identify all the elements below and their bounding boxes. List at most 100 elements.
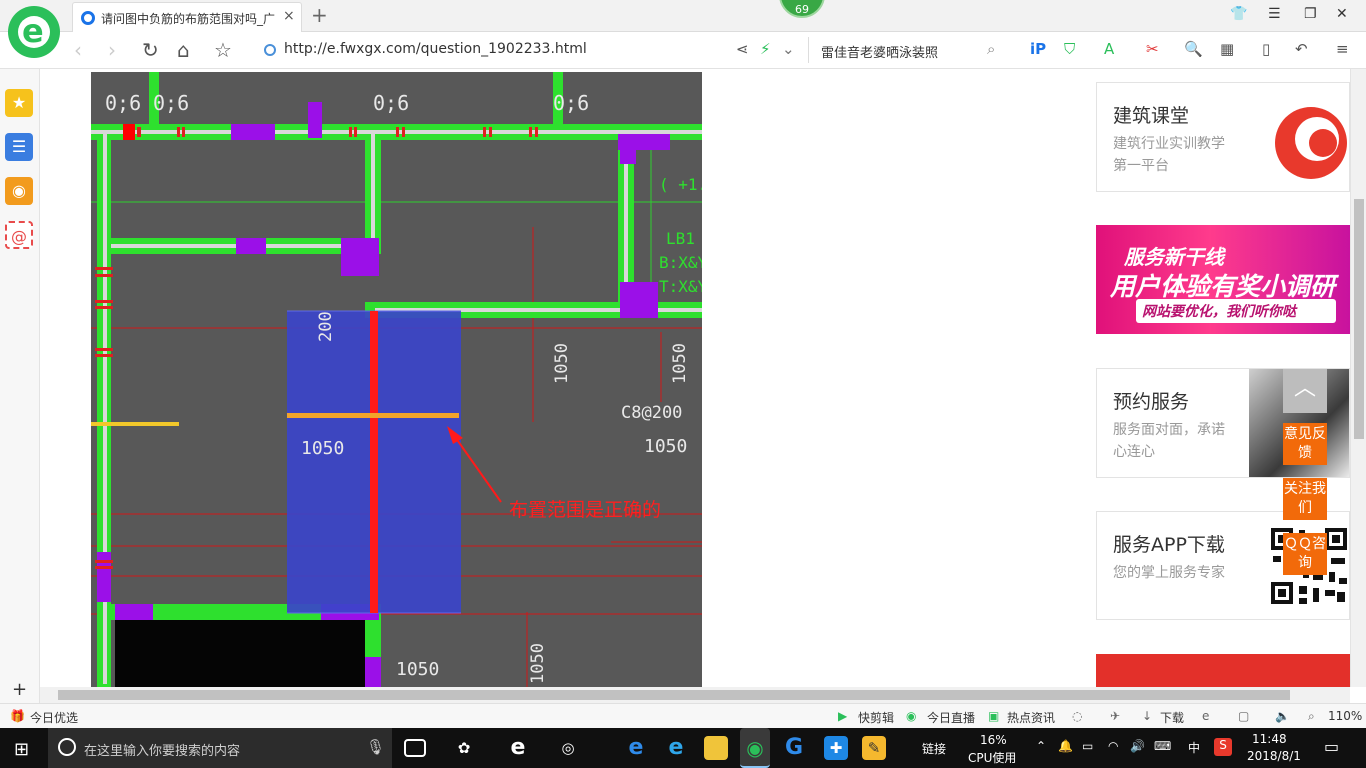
edge-icon[interactable]: e (506, 736, 530, 760)
add-sidebar-icon[interactable]: + (12, 679, 27, 700)
email-icon[interactable]: @ (5, 221, 33, 249)
speed-icon[interactable]: ⚡ (760, 40, 771, 58)
volume-icon[interactable]: 🔈 (1275, 709, 1290, 723)
notes-app-icon[interactable]: ✎ (862, 736, 886, 760)
qq-consult-button[interactable]: ＱＱ咨询 (1283, 533, 1327, 575)
weibo-icon[interactable]: ◉ (5, 177, 33, 205)
cad-label-1050-b: 1050 (644, 436, 687, 457)
more-menu-icon[interactable]: ≡ (1336, 40, 1349, 58)
taskbar-search-placeholder: 在这里输入你要搜索的内容 (84, 744, 241, 759)
quickcut-link[interactable]: 快剪辑 (858, 709, 894, 726)
ie-mode-icon[interactable]: e (1202, 709, 1209, 723)
chevron-down-icon[interactable]: ⌄ (782, 40, 795, 58)
tab-close-icon[interactable]: × (283, 8, 295, 24)
cad-label-200: 200 (316, 311, 336, 342)
zoom-icon[interactable]: ⌕ (1308, 709, 1315, 724)
reader-icon[interactable]: ▯ (1262, 40, 1270, 58)
forward-icon[interactable]: › (108, 38, 116, 62)
link-label[interactable]: 链接 (922, 740, 946, 757)
speaker-icon[interactable]: 🔊 (1130, 739, 1145, 753)
shirt-icon[interactable]: 👕 (1230, 6, 1247, 22)
zoom-level[interactable]: 110% (1328, 709, 1362, 723)
vertical-scrollbar[interactable] (1350, 69, 1366, 687)
ad-line-2: 用户体验有奖小调研 (1110, 272, 1336, 301)
taskbar-search[interactable]: 在这里输入你要搜索的内容 🎙 (48, 728, 392, 768)
search-box[interactable]: 雷佳音老婆晒泳装照 ⌕ (808, 37, 1008, 63)
download-link[interactable]: 下载 (1160, 709, 1184, 726)
scissors-icon[interactable]: ✂ (1146, 40, 1159, 58)
notification-badge[interactable]: 69 (779, 0, 825, 18)
file-explorer-icon[interactable] (704, 736, 728, 760)
browser-active-icon[interactable]: ◉ (740, 728, 770, 768)
horizontal-scroll-thumb[interactable] (58, 690, 1290, 700)
ad-line-1: 服务新干线 (1124, 245, 1224, 269)
back-icon[interactable]: ‹ (74, 38, 82, 62)
star-icon[interactable]: ☆ (214, 38, 232, 62)
course-title: 建筑课堂 (1113, 105, 1190, 127)
cad-label-1050-c: 1050 (396, 659, 439, 680)
fan-app-icon[interactable]: ✿ (452, 736, 476, 760)
apps-icon[interactable]: ▦ (1220, 40, 1234, 58)
site-info-icon[interactable] (264, 44, 276, 56)
follow-us-button[interactable]: 关注我们 (1283, 478, 1327, 520)
cad-label-elev: ( +1.7 (659, 175, 702, 194)
clock-time[interactable]: 11:48 (1252, 732, 1287, 746)
shield-icon[interactable]: ⛉ (1064, 40, 1075, 58)
search-input[interactable]: 雷佳音老婆晒泳装照 (821, 42, 938, 61)
menu-icon[interactable]: ☰ (1268, 6, 1281, 22)
undo-icon[interactable]: ↶ (1295, 40, 1308, 58)
news-feed-icon: ▣ (988, 709, 1000, 723)
cad-label-1050-e: 1050 (670, 343, 690, 384)
microphone-icon[interactable]: 🎙 (366, 738, 385, 756)
close-window-icon[interactable]: ✕ (1336, 6, 1348, 22)
pin-icon[interactable]: ✈ (1110, 709, 1120, 723)
survey-ad-banner[interactable]: 服务新干线 用户体验有奖小调研 网站要优化，我们听你哒 (1096, 225, 1350, 334)
chevron-up-icon[interactable]: ⌃ (1036, 739, 1046, 753)
edge-blue-icon[interactable]: e (624, 736, 648, 760)
course-logo-icon (1275, 107, 1347, 179)
ip-icon[interactable]: iP (1030, 40, 1046, 58)
course-card[interactable]: 建筑课堂 建筑行业实训教学第一平台 (1096, 82, 1350, 192)
home-icon[interactable]: ⌂ (177, 38, 190, 62)
chrome-bell-icon[interactable]: ◎ (556, 736, 580, 760)
wifi-icon[interactable]: ◠ (1108, 739, 1118, 753)
horizontal-scrollbar[interactable] (40, 687, 1350, 703)
refresh-icon[interactable]: ↻ (142, 38, 159, 62)
news-icon[interactable]: ☰ (5, 133, 33, 161)
action-center-icon[interactable]: ▭ (1324, 737, 1339, 756)
red-promo-banner[interactable] (1096, 654, 1350, 687)
daily-picks-link[interactable]: 今日优选 (30, 709, 78, 726)
share-icon[interactable]: ⋖ (736, 40, 749, 58)
task-view-icon[interactable] (404, 739, 426, 757)
ime-indicator[interactable]: 中 (1188, 739, 1200, 756)
notification-bell-icon[interactable]: 🔔 (1058, 739, 1073, 753)
windows-start-icon[interactable]: ⊞ (14, 739, 29, 760)
live-link[interactable]: 今日直播 (927, 709, 975, 726)
back-to-top-button[interactable]: ︿ (1283, 369, 1327, 413)
keyboard-icon[interactable]: ⌨ (1154, 739, 1171, 753)
favorites-icon[interactable]: ★ (5, 89, 33, 117)
sogou-icon[interactable]: G (782, 736, 806, 760)
clock-date[interactable]: 2018/8/1 (1247, 749, 1301, 763)
cad-label-2: 0;6 (373, 91, 409, 115)
new-tab-button[interactable]: + (311, 3, 328, 27)
window-icon[interactable]: ▢ (1238, 709, 1249, 723)
plus-app-icon[interactable]: ✚ (824, 736, 848, 760)
url-field[interactable]: http://e.fwxgx.com/question_1902233.html (284, 41, 587, 57)
speed-gauge-icon[interactable]: ◌ (1072, 709, 1082, 723)
magnifier-icon[interactable]: 🔍 (1184, 40, 1203, 58)
download-icon: ↓ (1142, 709, 1153, 723)
sogou-ime-icon[interactable]: S (1214, 738, 1232, 756)
vertical-scroll-thumb[interactable] (1354, 199, 1364, 439)
feedback-button[interactable]: 意见反馈 (1283, 423, 1327, 465)
hot-news-link[interactable]: 热点资讯 (1007, 709, 1055, 726)
search-icon[interactable]: ⌕ (987, 40, 995, 58)
cad-label-1050-d: 1050 (552, 343, 572, 384)
browser-logo-icon[interactable]: e (8, 6, 60, 58)
restore-icon[interactable]: ❐ (1304, 6, 1317, 22)
translate-icon[interactable]: A (1104, 40, 1114, 58)
ie-icon[interactable]: e (664, 736, 688, 760)
cad-label-tx: T:X&Y (659, 277, 702, 296)
browser-tab[interactable]: 请问图中负筋的布筋范围对吗_广 × (72, 2, 302, 32)
battery-icon[interactable]: ▭ (1082, 739, 1093, 753)
